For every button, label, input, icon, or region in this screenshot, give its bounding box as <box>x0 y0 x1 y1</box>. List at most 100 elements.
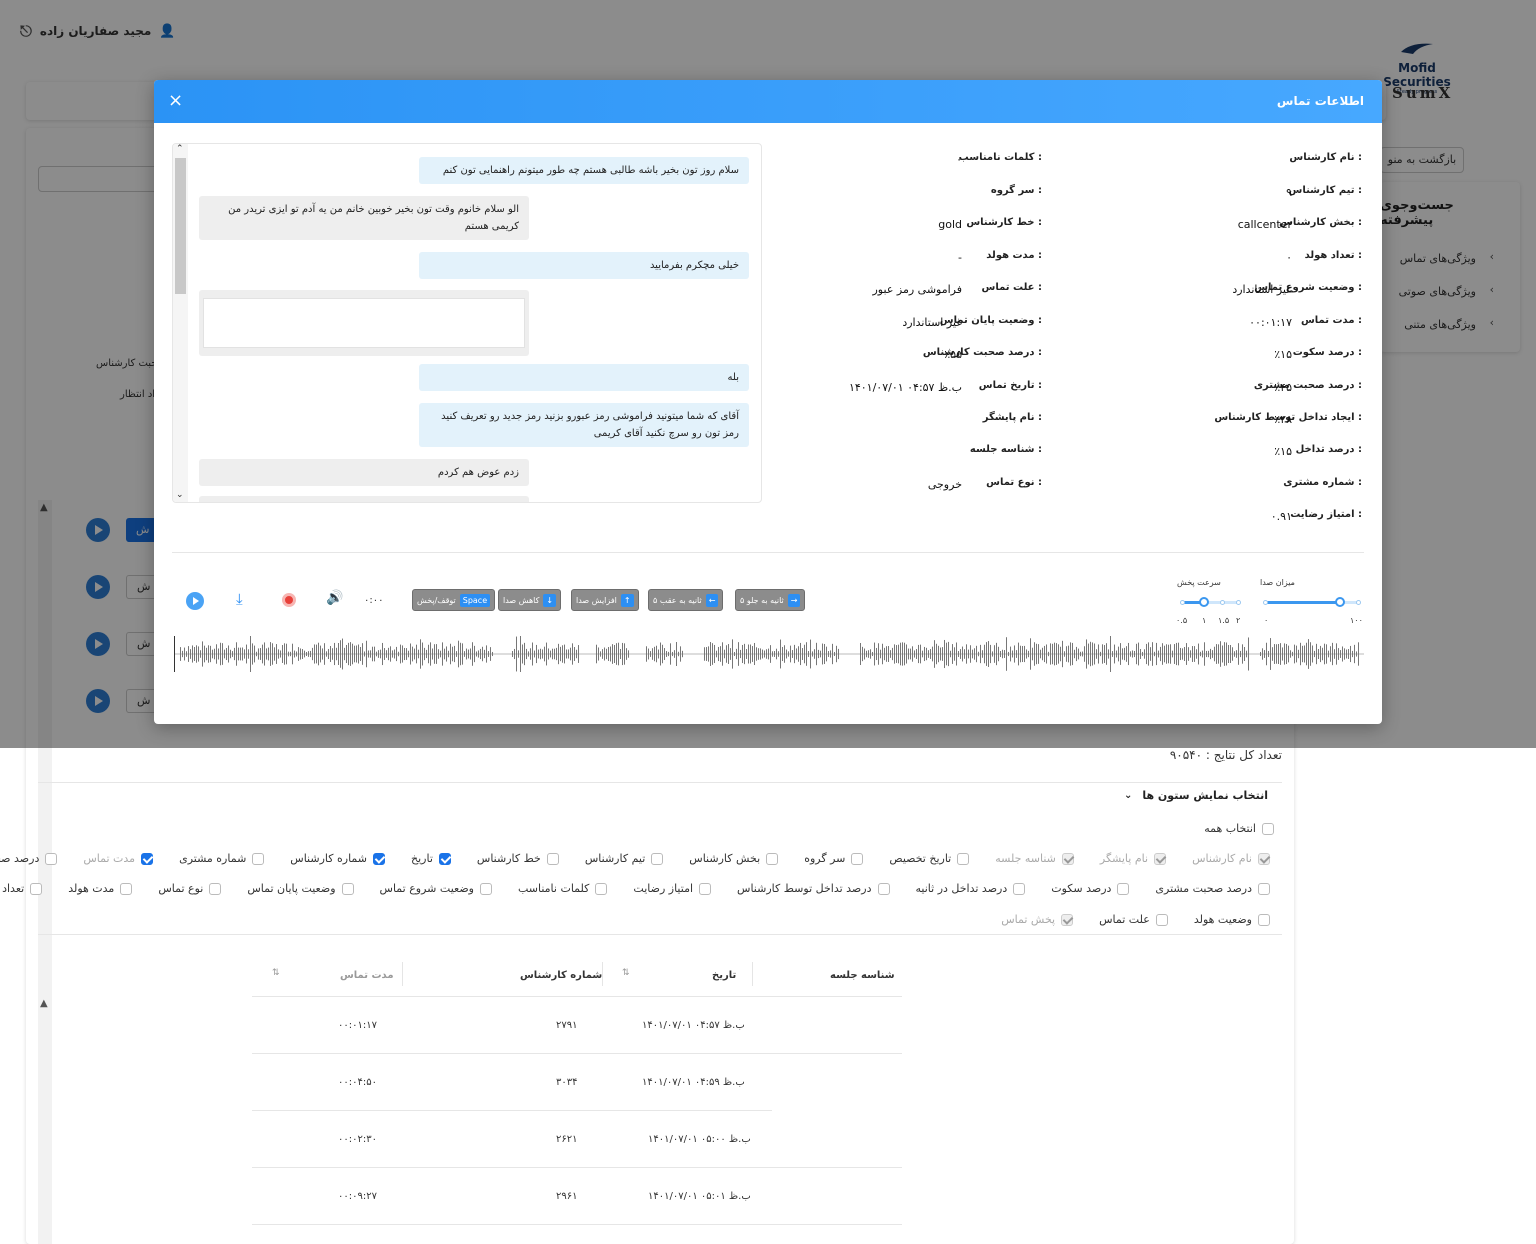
volume-down-button[interactable]: کاهش صدا ↓ <box>498 589 562 611</box>
columns-selector-toggle[interactable]: ⌄ انتخاب نمایش ستون ها <box>1124 789 1268 802</box>
column-checkbox[interactable]: وضعیت پایان تماس <box>247 882 354 895</box>
checkbox-label: وضعیت هولد <box>1193 913 1252 926</box>
checkbox-box[interactable] <box>1013 882 1026 895</box>
table-cell-duration: ۰۰:۰۲:۳۰ <box>338 1134 377 1145</box>
audio-waveform[interactable] <box>174 636 1364 672</box>
waveform-bar <box>1190 650 1191 658</box>
checkbox-select-all[interactable]: انتخاب همه <box>1204 822 1274 835</box>
volume-icon[interactable]: 🔊 <box>326 590 343 606</box>
waveform-bar <box>1214 646 1215 662</box>
checkbox-box[interactable] <box>766 852 779 865</box>
table-header-duration[interactable]: مدت تماس <box>340 970 394 981</box>
chat-scrollbar[interactable]: ⌃ ⌄ <box>173 144 188 502</box>
waveform-bar <box>462 643 463 665</box>
column-checkbox[interactable]: تاریخ تخصیص <box>889 852 970 865</box>
chat-transcript[interactable]: ⌃ ⌄ سلام روز تون بخیر باشه طالبی هستم چه… <box>172 143 762 503</box>
column-checkbox[interactable]: تیم کارشناس <box>585 852 664 865</box>
record-icon[interactable] <box>282 593 296 607</box>
waveform-bar <box>300 648 301 660</box>
column-checkbox[interactable]: کلمات نامناسب <box>517 882 608 895</box>
forward-5s-button[interactable]: ۵ ثانیه به جلو → <box>735 589 806 611</box>
checkbox-box[interactable] <box>209 882 222 895</box>
waveform-bar <box>356 645 357 663</box>
checkbox-box[interactable] <box>1258 882 1270 895</box>
checkbox-box[interactable] <box>45 852 58 865</box>
sort-icon[interactable]: ⇅ <box>272 968 280 978</box>
checkbox-box[interactable] <box>1117 882 1130 895</box>
scroll-up-icon[interactable]: ▲ <box>40 998 48 1009</box>
checkbox-box[interactable] <box>141 852 154 865</box>
waveform-bar <box>1226 642 1227 666</box>
play-icon[interactable] <box>186 592 204 610</box>
checkbox-box[interactable] <box>1262 822 1274 835</box>
rewind-5s-button[interactable]: ۵ ثانیه به عقب ← <box>648 589 724 611</box>
checkbox-label: کلمات نامناسب <box>517 882 590 895</box>
table-header-session-id[interactable]: شناسه جلسه <box>830 970 895 981</box>
column-checkbox[interactable]: امتیاز رضایت <box>633 882 712 895</box>
scroll-thumb[interactable] <box>175 158 186 294</box>
volume-up-button[interactable]: افزایش صدا ↑ <box>571 589 639 611</box>
waveform-bar <box>436 644 437 664</box>
waveform-bar <box>1036 643 1037 665</box>
waveform-bar <box>398 651 399 657</box>
table-header-agent-number[interactable]: شماره کارشناس <box>520 970 602 981</box>
column-checkbox[interactable]: بخش کارشناس <box>689 852 779 865</box>
column-checkbox[interactable]: علت تماس <box>1099 913 1168 926</box>
speed-slider-knob[interactable] <box>1199 597 1209 607</box>
table-header-date[interactable]: تاریخ <box>712 970 736 981</box>
checkbox-box[interactable] <box>479 882 492 895</box>
checkbox-box[interactable] <box>877 882 890 895</box>
waveform-bar <box>1244 647 1245 661</box>
checkbox-box[interactable] <box>341 882 354 895</box>
column-checkbox[interactable]: وضعیت هولد <box>1194 913 1270 926</box>
column-checkbox[interactable]: مدت هولد <box>68 882 133 895</box>
checkbox-box[interactable] <box>120 882 133 895</box>
field-value: ۹ <box>1286 186 1292 199</box>
column-checkbox[interactable]: شماره کارشناس <box>290 852 385 865</box>
waveform-bar <box>1200 651 1201 657</box>
waveform-bar <box>736 648 737 660</box>
waveform-bar <box>268 647 269 661</box>
scroll-up-icon[interactable]: ⌃ <box>176 144 184 154</box>
waveform-bar <box>928 650 929 658</box>
column-checkbox[interactable]: درصد صحبت کارشناس <box>0 852 58 865</box>
column-checkbox[interactable]: درصد سکوت <box>1051 882 1130 895</box>
column-checkbox[interactable]: تاریخ <box>411 852 451 865</box>
checkbox-box[interactable] <box>957 852 970 865</box>
checkbox-box[interactable] <box>30 882 43 895</box>
column-checkbox[interactable]: درصد صحبت مشتری <box>1155 882 1270 895</box>
playhead[interactable] <box>174 636 175 672</box>
column-checkbox[interactable]: مدت تماس <box>83 852 154 865</box>
table-cell-date: ۱۴۰۱/۰۷/۰۱ ۰۵:۰۰ ب.ظ <box>648 1134 751 1145</box>
sort-icon[interactable]: ⇅ <box>622 968 630 978</box>
column-checkbox[interactable]: شماره مشتری <box>179 852 265 865</box>
download-icon[interactable]: ⤓ <box>236 590 243 608</box>
checkbox-box[interactable] <box>851 852 864 865</box>
column-checkbox[interactable]: وضعیت شروع تماس <box>380 882 492 895</box>
column-checkbox[interactable]: خط کارشناس <box>477 852 559 865</box>
checkbox-box[interactable] <box>595 882 608 895</box>
waveform-bar <box>1186 643 1187 665</box>
checkbox-box[interactable] <box>546 852 559 865</box>
column-checkbox[interactable]: درصد تداخل توسط کارشناس <box>737 882 890 895</box>
waveform-bar <box>284 643 285 665</box>
checkbox-box[interactable] <box>1258 913 1270 926</box>
checkbox-box[interactable] <box>252 852 265 865</box>
checkbox-box[interactable] <box>438 852 451 865</box>
checkbox-box[interactable] <box>373 852 385 865</box>
checkbox-box[interactable] <box>699 882 712 895</box>
checkbox-box[interactable] <box>1155 913 1168 926</box>
waveform-bar <box>322 648 323 660</box>
volume-slider-knob[interactable] <box>1335 597 1345 607</box>
waveform-bar <box>1038 644 1039 664</box>
close-icon[interactable]: × <box>168 90 183 111</box>
checkbox-box[interactable] <box>651 852 664 865</box>
column-checkbox[interactable]: نوع تماس <box>158 882 222 895</box>
waveform-bar <box>1344 648 1345 660</box>
column-checkbox[interactable]: تعداد انتظار <box>0 882 43 895</box>
waveform-bar <box>968 649 969 659</box>
scroll-down-icon[interactable]: ⌄ <box>176 490 184 500</box>
column-checkbox[interactable]: سر گروه <box>804 852 864 865</box>
column-checkbox[interactable]: درصد تداخل در ثانیه <box>916 882 1026 895</box>
play-pause-button[interactable]: توقف/پخش Space <box>412 589 496 611</box>
